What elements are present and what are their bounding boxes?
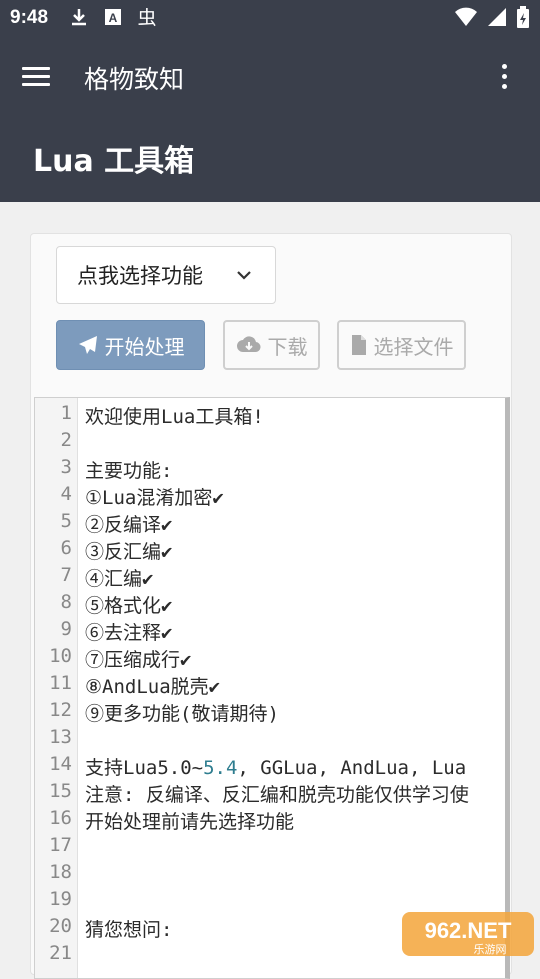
tool-card: 点我选择功能 开始处理 下载 选择文件 1 2 3 4 5 6 7 8 9 10 11 12 13 14 1… <box>30 233 512 979</box>
send-icon <box>78 336 97 354</box>
line-number-gutter: 1 2 3 4 5 6 7 8 9 10 11 12 13 14 15 16 17 18 19 20 21 <box>35 398 78 978</box>
code-line: ①Lua混淆加密✔ <box>85 487 224 509</box>
line-number: 4 <box>60 483 72 505</box>
code-line: 欢迎使用Lua工具箱! <box>85 406 264 428</box>
download-button[interactable]: 下载 <box>223 320 320 370</box>
code-line: ⑨更多功能(敬请期待) <box>85 703 279 725</box>
line-number: 16 <box>49 807 72 829</box>
watermark-logo: 962.NET 乐游网 <box>402 912 534 956</box>
line-number: 3 <box>60 456 72 478</box>
app-title: 格物致知 <box>84 65 185 94</box>
line-number: 1 <box>60 402 72 424</box>
status-left-icons: A 虫 <box>68 6 158 28</box>
code-line: 猜您想问: <box>85 919 173 941</box>
code-line: ⑧AndLua脱壳✔ <box>85 676 221 698</box>
svg-text:乐游网: 乐游网 <box>474 943 507 956</box>
line-number: 17 <box>49 834 72 856</box>
function-select-label: 点我选择功能 <box>77 264 203 288</box>
file-icon <box>351 335 366 355</box>
line-number: 12 <box>49 699 72 721</box>
code-line: ③反汇编✔ <box>85 541 173 563</box>
hamburger-icon <box>22 67 50 70</box>
battery-icon <box>517 6 529 28</box>
code-line: ⑥去注释✔ <box>85 622 173 644</box>
page-title: Lua 工具箱 <box>33 144 195 179</box>
cloud-download-icon <box>236 336 261 353</box>
code-line: 支持Lua5.0~5.4, GGLua, AndLua, Lua <box>85 757 467 779</box>
download-label: 下载 <box>267 334 308 359</box>
code-line: 注意: 反编译、反汇编和脱壳功能仅供学习使 <box>85 784 469 806</box>
status-right-icons <box>454 6 530 28</box>
code-line: ⑦压缩成行✔ <box>85 649 192 671</box>
overflow-menu-button[interactable] <box>496 64 512 94</box>
line-number: 7 <box>60 564 72 586</box>
function-select[interactable]: 点我选择功能 <box>56 246 276 304</box>
choose-file-button[interactable]: 选择文件 <box>337 320 466 370</box>
code-line: 开始处理前请先选择功能 <box>85 811 295 833</box>
code-editor[interactable]: 1 2 3 4 5 6 7 8 9 10 11 12 13 14 15 16 17 18 19 20 21 欢迎使用Lu… <box>34 397 510 979</box>
svg-text:虫: 虫 <box>137 7 156 28</box>
line-number: 5 <box>60 510 72 532</box>
start-processing-label: 开始处理 <box>104 334 185 359</box>
code-line: ②反编译✔ <box>85 514 173 536</box>
code-line: 主要功能: <box>85 460 173 482</box>
app-bar: 格物致知 Lua 工具箱 <box>0 36 540 202</box>
status-bar: 9:48 A 虫 <box>0 0 540 36</box>
line-number: 20 <box>49 915 72 937</box>
a-icon: A <box>105 9 121 25</box>
line-number: 14 <box>49 753 72 775</box>
line-number: 8 <box>60 591 72 613</box>
line-number: 10 <box>49 645 72 667</box>
svg-text:962.NET: 962.NET <box>425 918 512 943</box>
line-number: 11 <box>49 672 72 694</box>
more-vert-icon <box>501 64 507 69</box>
line-number: 15 <box>49 780 72 802</box>
bug-icon: 虫 <box>137 7 156 28</box>
signal-icon <box>488 8 506 26</box>
download-icon <box>72 9 86 26</box>
wifi-icon <box>455 7 477 26</box>
line-number: 19 <box>49 888 72 910</box>
start-processing-button[interactable]: 开始处理 <box>56 320 205 370</box>
code-line: ④汇编✔ <box>85 568 154 590</box>
line-number: 2 <box>60 429 72 451</box>
svg-text:A: A <box>109 11 118 25</box>
choose-file-label: 选择文件 <box>373 334 454 359</box>
status-time: 9:48 <box>10 7 49 28</box>
line-number: 9 <box>60 618 72 640</box>
chevron-down-icon <box>237 271 251 280</box>
line-number: 21 <box>49 942 72 964</box>
line-number: 6 <box>60 537 72 559</box>
line-number: 13 <box>49 726 72 748</box>
menu-button[interactable] <box>22 62 60 96</box>
line-number: 18 <box>49 861 72 883</box>
code-line: ⑤格式化✔ <box>85 595 173 617</box>
